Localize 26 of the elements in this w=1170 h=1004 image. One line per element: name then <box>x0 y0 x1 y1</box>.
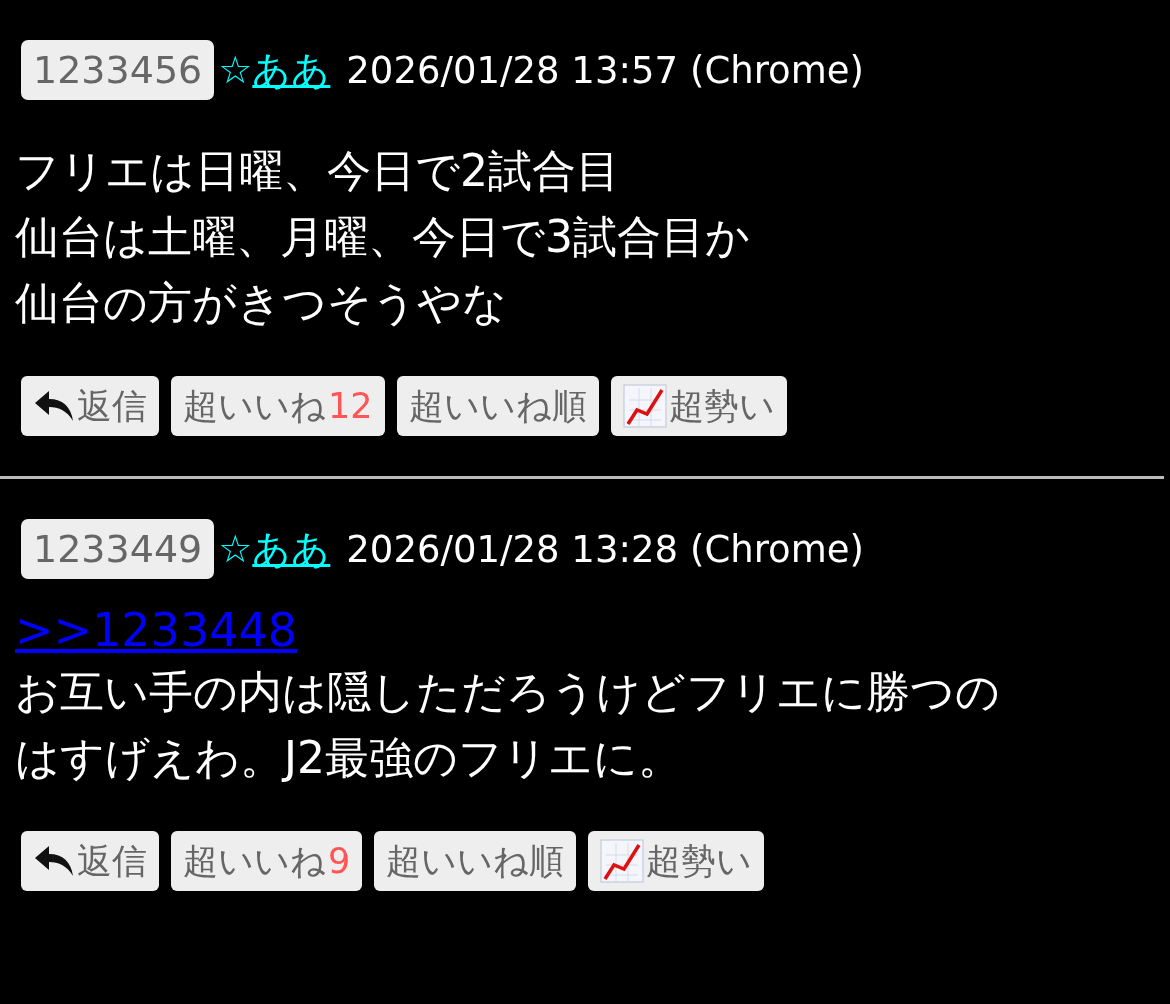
trend-button[interactable]: 超勢い <box>610 376 787 436</box>
browser-label: (Chrome) <box>690 48 864 92</box>
trend-button[interactable]: 超勢い <box>588 831 765 891</box>
super-like-button[interactable]: 超いいね9 <box>171 831 363 891</box>
chart-icon <box>600 839 645 883</box>
reply-arrow-icon <box>33 844 75 878</box>
reply-arrow-icon <box>33 389 75 423</box>
reply-button[interactable]: 返信 <box>21 376 159 436</box>
post-number: 1233449 <box>21 519 215 579</box>
poster-name-link[interactable]: ああ <box>252 523 331 575</box>
post-text: 仙台の方がきつそうやな <box>14 276 508 330</box>
chart-icon <box>622 384 667 428</box>
post-date: 2026/01/28 13:57 <box>346 48 678 92</box>
post-text: 仙台は土曜、月曜、今日で3試合目か <box>14 210 751 264</box>
poster-name-link[interactable]: ああ <box>252 44 331 96</box>
star-mark: ☆ <box>218 48 253 92</box>
sort-by-likes-button[interactable]: 超いいね順 <box>374 831 577 891</box>
post-text: お互い手の内は隠しただろうけどフリエに勝つのはすげえわ。J2最強のフリエに。 <box>14 665 1001 785</box>
sort-by-likes-button[interactable]: 超いいね順 <box>396 376 599 436</box>
super-like-button[interactable]: 超いいね12 <box>171 376 385 436</box>
post-text: フリエは日曜、今日で2試合目 <box>14 144 621 198</box>
reply-button[interactable]: 返信 <box>21 831 159 891</box>
post-number: 1233456 <box>21 40 215 100</box>
post-date: 2026/01/28 13:28 <box>346 527 678 571</box>
browser-label: (Chrome) <box>690 527 864 571</box>
star-mark: ☆ <box>218 527 253 571</box>
